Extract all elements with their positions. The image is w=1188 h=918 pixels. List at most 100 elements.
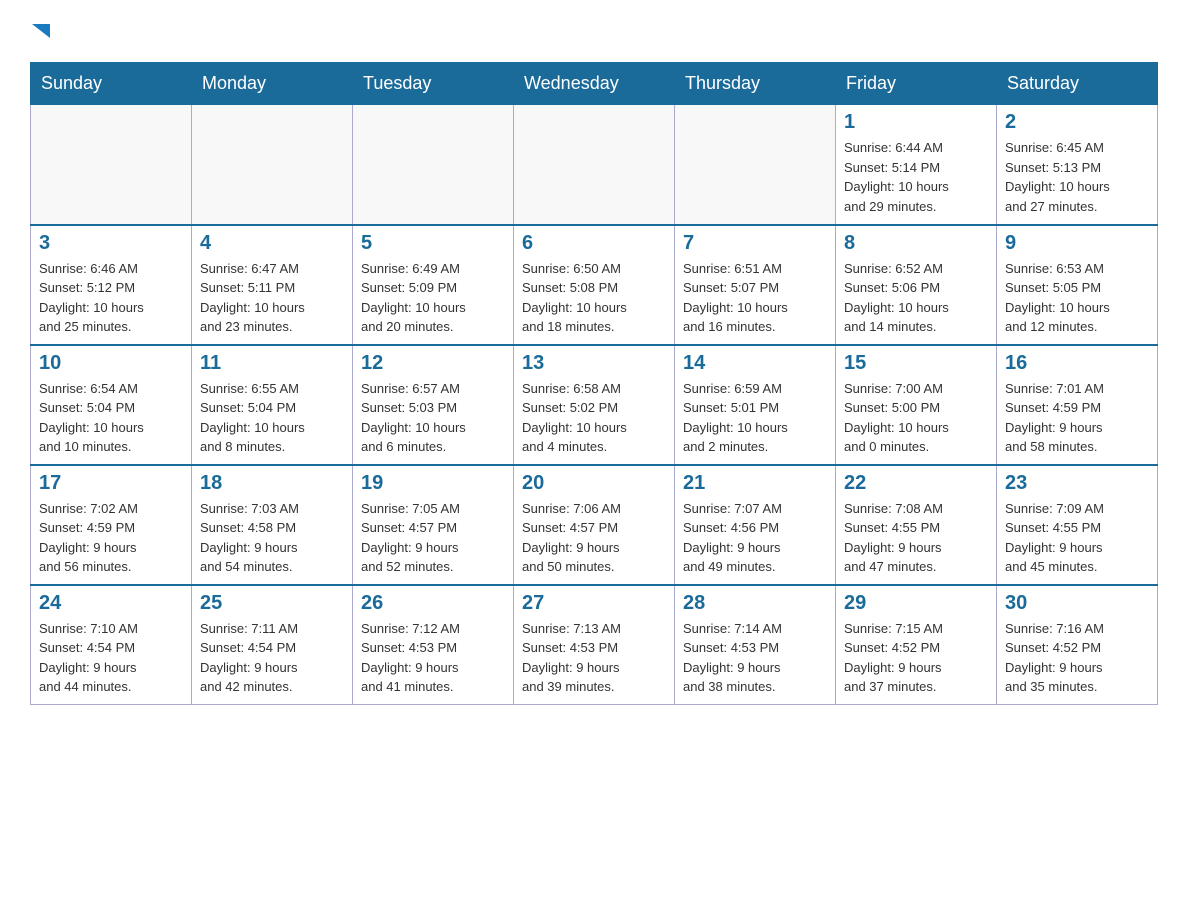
day-number: 8	[844, 232, 988, 255]
day-info: Sunrise: 6:58 AM Sunset: 5:02 PM Dayligh…	[522, 379, 666, 457]
day-info: Sunrise: 7:15 AM Sunset: 4:52 PM Dayligh…	[844, 619, 988, 697]
day-number: 3	[39, 232, 183, 255]
logo-triangle-icon	[30, 20, 52, 42]
calendar-cell: 3 Sunrise: 6:46 AM Sunset: 5:12 PM Daylig…	[31, 225, 192, 345]
calendar-table: SundayMondayTuesdayWednesdayThursdayFrid…	[30, 62, 1158, 705]
day-info: Sunrise: 6:47 AM Sunset: 5:11 PM Dayligh…	[200, 259, 344, 337]
calendar-cell: 30 Sunrise: 7:16 AM Sunset: 4:52 PM Dayli…	[997, 585, 1158, 705]
day-number: 14	[683, 352, 827, 375]
day-info: Sunrise: 7:08 AM Sunset: 4:55 PM Dayligh…	[844, 499, 988, 577]
calendar-cell	[192, 105, 353, 225]
day-info: Sunrise: 7:09 AM Sunset: 4:55 PM Dayligh…	[1005, 499, 1149, 577]
calendar-week-row: 24 Sunrise: 7:10 AM Sunset: 4:54 PM Dayli…	[31, 585, 1158, 705]
day-info: Sunrise: 7:07 AM Sunset: 4:56 PM Dayligh…	[683, 499, 827, 577]
calendar-cell: 14 Sunrise: 6:59 AM Sunset: 5:01 PM Dayli…	[675, 345, 836, 465]
calendar-cell: 28 Sunrise: 7:14 AM Sunset: 4:53 PM Dayli…	[675, 585, 836, 705]
calendar-cell: 6 Sunrise: 6:50 AM Sunset: 5:08 PM Daylig…	[514, 225, 675, 345]
calendar-cell: 20 Sunrise: 7:06 AM Sunset: 4:57 PM Dayli…	[514, 465, 675, 585]
day-number: 29	[844, 592, 988, 615]
day-number: 24	[39, 592, 183, 615]
calendar-cell: 18 Sunrise: 7:03 AM Sunset: 4:58 PM Dayli…	[192, 465, 353, 585]
day-info: Sunrise: 6:54 AM Sunset: 5:04 PM Dayligh…	[39, 379, 183, 457]
day-number: 15	[844, 352, 988, 375]
calendar-week-row: 17 Sunrise: 7:02 AM Sunset: 4:59 PM Dayli…	[31, 465, 1158, 585]
day-number: 21	[683, 472, 827, 495]
calendar-week-row: 3 Sunrise: 6:46 AM Sunset: 5:12 PM Daylig…	[31, 225, 1158, 345]
calendar-week-row: 10 Sunrise: 6:54 AM Sunset: 5:04 PM Dayli…	[31, 345, 1158, 465]
logo	[30, 20, 52, 42]
calendar-cell: 7 Sunrise: 6:51 AM Sunset: 5:07 PM Daylig…	[675, 225, 836, 345]
weekday-header-row: SundayMondayTuesdayWednesdayThursdayFrid…	[31, 63, 1158, 105]
day-number: 25	[200, 592, 344, 615]
day-number: 30	[1005, 592, 1149, 615]
calendar-cell: 9 Sunrise: 6:53 AM Sunset: 5:05 PM Daylig…	[997, 225, 1158, 345]
day-info: Sunrise: 7:14 AM Sunset: 4:53 PM Dayligh…	[683, 619, 827, 697]
calendar-cell: 25 Sunrise: 7:11 AM Sunset: 4:54 PM Dayli…	[192, 585, 353, 705]
day-number: 23	[1005, 472, 1149, 495]
calendar-cell: 12Sunrise: 6:57 AM Sunset: 5:03 PM Dayli…	[353, 345, 514, 465]
day-info: Sunrise: 6:52 AM Sunset: 5:06 PM Dayligh…	[844, 259, 988, 337]
calendar-cell	[353, 105, 514, 225]
day-number: 7	[683, 232, 827, 255]
weekday-header-tuesday: Tuesday	[353, 63, 514, 105]
calendar-cell	[514, 105, 675, 225]
calendar-week-row: 1 Sunrise: 6:44 AM Sunset: 5:14 PM Daylig…	[31, 105, 1158, 225]
calendar-cell: 17 Sunrise: 7:02 AM Sunset: 4:59 PM Dayli…	[31, 465, 192, 585]
calendar-cell: 2 Sunrise: 6:45 AM Sunset: 5:13 PM Daylig…	[997, 105, 1158, 225]
day-number: 11	[200, 352, 344, 375]
calendar-cell: 11 Sunrise: 6:55 AM Sunset: 5:04 PM Dayli…	[192, 345, 353, 465]
day-info: Sunrise: 7:00 AM Sunset: 5:00 PM Dayligh…	[844, 379, 988, 457]
day-number: 22	[844, 472, 988, 495]
calendar-cell: 29 Sunrise: 7:15 AM Sunset: 4:52 PM Dayli…	[836, 585, 997, 705]
day-number: 26	[361, 592, 505, 615]
day-info: Sunrise: 6:46 AM Sunset: 5:12 PM Dayligh…	[39, 259, 183, 337]
day-number: 4	[200, 232, 344, 255]
day-info: Sunrise: 7:10 AM Sunset: 4:54 PM Dayligh…	[39, 619, 183, 697]
day-number: 9	[1005, 232, 1149, 255]
day-info: Sunrise: 6:55 AM Sunset: 5:04 PM Dayligh…	[200, 379, 344, 457]
day-number: 20	[522, 472, 666, 495]
weekday-header-friday: Friday	[836, 63, 997, 105]
day-info: Sunrise: 6:45 AM Sunset: 5:13 PM Dayligh…	[1005, 138, 1149, 216]
day-info: Sunrise: 6:50 AM Sunset: 5:08 PM Dayligh…	[522, 259, 666, 337]
calendar-cell: 21 Sunrise: 7:07 AM Sunset: 4:56 PM Dayli…	[675, 465, 836, 585]
day-info: Sunrise: 7:06 AM Sunset: 4:57 PM Dayligh…	[522, 499, 666, 577]
day-info: Sunrise: 6:51 AM Sunset: 5:07 PM Dayligh…	[683, 259, 827, 337]
calendar-cell: 19Sunrise: 7:05 AM Sunset: 4:57 PM Dayli…	[353, 465, 514, 585]
calendar-cell: 27Sunrise: 7:13 AM Sunset: 4:53 PM Dayli…	[514, 585, 675, 705]
calendar-cell: 22 Sunrise: 7:08 AM Sunset: 4:55 PM Dayli…	[836, 465, 997, 585]
weekday-header-thursday: Thursday	[675, 63, 836, 105]
calendar-cell: 15 Sunrise: 7:00 AM Sunset: 5:00 PM Dayli…	[836, 345, 997, 465]
day-number: 2	[1005, 111, 1149, 134]
day-info: Sunrise: 7:12 AM Sunset: 4:53 PM Dayligh…	[361, 619, 505, 697]
day-info: Sunrise: 6:44 AM Sunset: 5:14 PM Dayligh…	[844, 138, 988, 216]
day-number: 28	[683, 592, 827, 615]
calendar-cell: 24 Sunrise: 7:10 AM Sunset: 4:54 PM Dayli…	[31, 585, 192, 705]
weekday-header-monday: Monday	[192, 63, 353, 105]
calendar-cell: 1 Sunrise: 6:44 AM Sunset: 5:14 PM Daylig…	[836, 105, 997, 225]
calendar-cell	[675, 105, 836, 225]
day-info: Sunrise: 6:49 AM Sunset: 5:09 PM Dayligh…	[361, 259, 505, 337]
day-info: Sunrise: 7:02 AM Sunset: 4:59 PM Dayligh…	[39, 499, 183, 577]
day-number: 13	[522, 352, 666, 375]
day-number: 10	[39, 352, 183, 375]
day-info: Sunrise: 7:13 AM Sunset: 4:53 PM Dayligh…	[522, 619, 666, 697]
day-number: 17	[39, 472, 183, 495]
weekday-header-wednesday: Wednesday	[514, 63, 675, 105]
weekday-header-sunday: Sunday	[31, 63, 192, 105]
day-info: Sunrise: 7:01 AM Sunset: 4:59 PM Dayligh…	[1005, 379, 1149, 457]
day-info: Sunrise: 6:53 AM Sunset: 5:05 PM Dayligh…	[1005, 259, 1149, 337]
day-info: Sunrise: 7:16 AM Sunset: 4:52 PM Dayligh…	[1005, 619, 1149, 697]
day-number: 1	[844, 111, 988, 134]
calendar-cell	[31, 105, 192, 225]
day-number: 18	[200, 472, 344, 495]
calendar-cell: 5 Sunrise: 6:49 AM Sunset: 5:09 PM Daylig…	[353, 225, 514, 345]
day-number: 16	[1005, 352, 1149, 375]
day-info: Sunrise: 6:57 AM Sunset: 5:03 PM Dayligh…	[361, 379, 505, 457]
day-info: Sunrise: 6:59 AM Sunset: 5:01 PM Dayligh…	[683, 379, 827, 457]
day-number: 6	[522, 232, 666, 255]
day-info: Sunrise: 7:03 AM Sunset: 4:58 PM Dayligh…	[200, 499, 344, 577]
calendar-cell: 10 Sunrise: 6:54 AM Sunset: 5:04 PM Dayli…	[31, 345, 192, 465]
day-info: Sunrise: 7:11 AM Sunset: 4:54 PM Dayligh…	[200, 619, 344, 697]
day-number: 5	[361, 232, 505, 255]
